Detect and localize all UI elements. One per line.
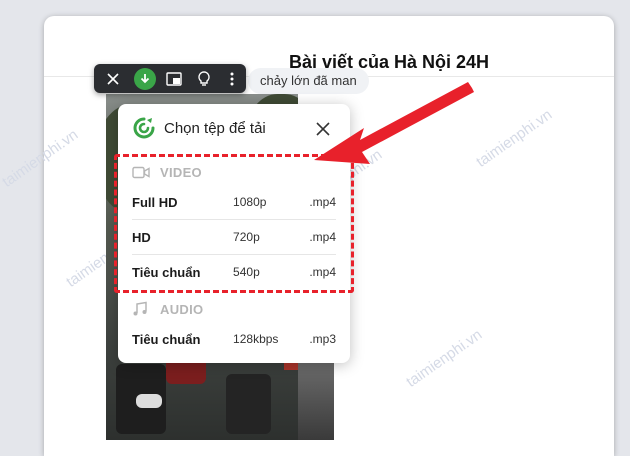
option-bitrate: 128kbps (233, 332, 279, 346)
popup-title: Chọn tệp để tải (164, 120, 266, 137)
option-name: Tiêu chuẩn (132, 331, 201, 347)
music-note-icon (133, 301, 147, 316)
picture-in-picture-icon (166, 71, 182, 86)
app-logo-icon (133, 117, 155, 139)
option-extension: .mp3 (309, 332, 336, 346)
audio-section-header: AUDIO (132, 299, 203, 319)
video-options-highlight (114, 154, 354, 293)
annotation-arrow-icon (314, 82, 474, 164)
video-toolbar (94, 64, 246, 93)
toolbar-more-button[interactable] (218, 64, 246, 93)
download-icon (140, 73, 150, 83)
toolbar-close-button[interactable] (94, 64, 132, 93)
toolbar-pip-button[interactable] (158, 64, 190, 93)
toolbar-tips-button[interactable] (190, 64, 218, 93)
lightbulb-icon (198, 70, 210, 86)
background-vehicle (298, 360, 334, 440)
audio-option-standard[interactable]: Tiêu chuẩn 128kbps .mp3 (132, 322, 336, 356)
close-icon (107, 72, 119, 85)
toolbar-download-button[interactable] (132, 64, 158, 93)
more-vertical-icon (230, 72, 234, 85)
audio-section-label: AUDIO (160, 301, 204, 317)
